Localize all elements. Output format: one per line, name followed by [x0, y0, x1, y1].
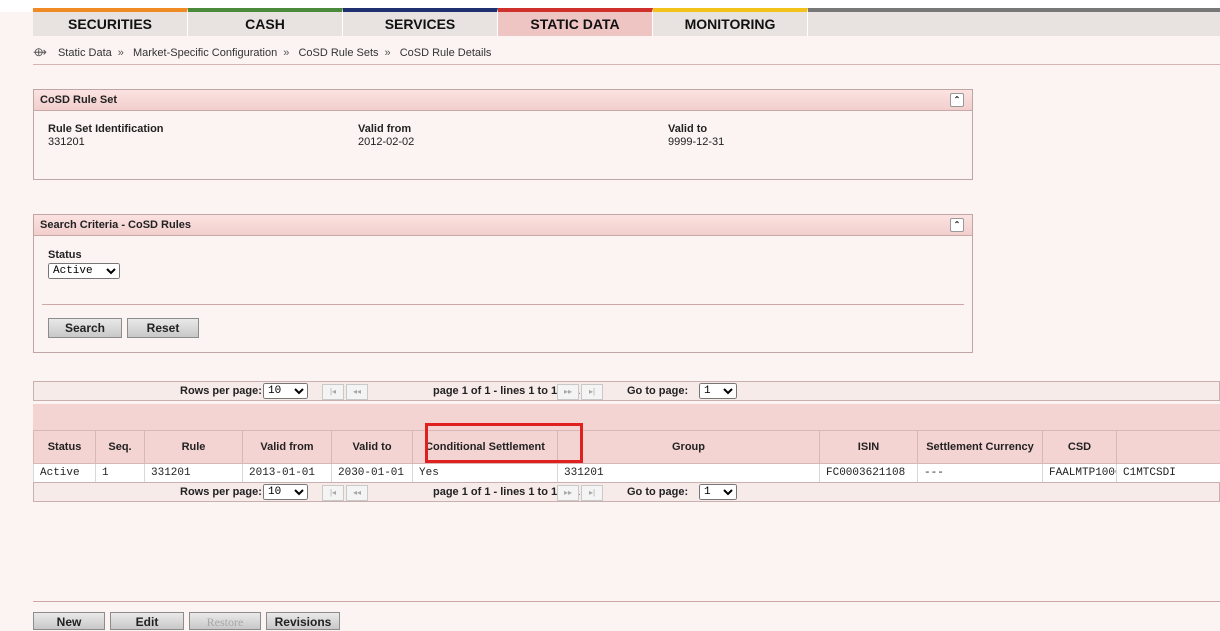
column-header-valid-to[interactable]: Valid to — [332, 431, 413, 464]
rows-per-page-select[interactable]: 10 — [263, 484, 308, 500]
cell-csd[interactable]: FAALMTP1000 — [1043, 464, 1117, 483]
column-header-extra[interactable] — [1117, 431, 1220, 464]
breadcrumb-separator: » — [118, 47, 124, 59]
search-divider — [42, 304, 964, 305]
go-to-page-select[interactable]: 1 — [699, 484, 737, 500]
cell-seq[interactable]: 1 — [96, 464, 145, 483]
tab-services[interactable]: SERVICES — [343, 8, 498, 36]
first-page-icon[interactable]: |◂ — [322, 485, 344, 501]
valid-from-value: 2012-02-02 — [358, 136, 414, 148]
reset-button[interactable]: Reset — [127, 318, 199, 338]
collapse-icon[interactable]: ⌃ — [950, 218, 964, 232]
prev-page-icon[interactable]: ◂◂ — [346, 384, 368, 400]
rows-per-page-select[interactable]: 10 — [263, 383, 308, 399]
home-arrows-icon[interactable]: ⟴ — [33, 45, 47, 59]
tab-monitoring[interactable]: MONITORING — [653, 8, 808, 36]
collapse-icon[interactable]: ⌃ — [950, 93, 964, 107]
column-header-csd[interactable]: CSD — [1043, 431, 1117, 464]
prev-page-icon[interactable]: ◂◂ — [346, 485, 368, 501]
breadcrumb-item-rule-sets[interactable]: CoSD Rule Sets — [298, 47, 378, 59]
restore-button: Restore — [189, 612, 261, 630]
top-navigation: SECURITIES CASH SERVICES STATIC DATA MON… — [0, 0, 1220, 40]
column-header-group[interactable]: Group — [558, 431, 820, 464]
next-page-icon[interactable]: ▸▸ — [557, 485, 579, 501]
tab-bar-fill — [808, 8, 1220, 36]
tab-cash[interactable]: CASH — [188, 8, 343, 36]
tab-securities[interactable]: SECURITIES — [33, 8, 188, 36]
rows-per-page-label: Rows per page: — [180, 385, 262, 397]
first-page-icon[interactable]: |◂ — [322, 384, 344, 400]
breadcrumb-separator: » — [385, 47, 391, 59]
breadcrumb-item-static-data[interactable]: Static Data — [58, 47, 112, 59]
search-button[interactable]: Search — [48, 318, 122, 338]
valid-to-value: 9999-12-31 — [668, 136, 724, 148]
column-header-seq[interactable]: Seq. — [96, 431, 145, 464]
new-button[interactable]: New — [33, 612, 105, 630]
breadcrumb-divider — [33, 64, 1220, 65]
last-page-icon[interactable]: ▸| — [581, 485, 603, 501]
cell-valid-to[interactable]: 2030-01-01 — [332, 464, 413, 483]
cell-group[interactable]: 331201 — [558, 464, 820, 483]
status-select[interactable]: Active — [48, 263, 120, 279]
column-header-isin[interactable]: ISIN — [820, 431, 918, 464]
rule-set-id-value: 331201 — [48, 136, 85, 148]
actions-divider — [33, 601, 1220, 602]
next-page-icon[interactable]: ▸▸ — [557, 384, 579, 400]
valid-to-label: Valid to — [668, 123, 707, 135]
breadcrumb-separator: » — [283, 47, 289, 59]
cell-status[interactable]: Active — [34, 464, 96, 483]
last-page-icon[interactable]: ▸| — [581, 384, 603, 400]
column-header-settlement-currency[interactable]: Settlement Currency — [918, 431, 1043, 464]
rows-per-page-label: Rows per page: — [180, 486, 262, 498]
valid-from-label: Valid from — [358, 123, 411, 135]
panel-title: CoSD Rule Set — [40, 94, 117, 106]
status-label: Status — [48, 249, 82, 261]
breadcrumb-item-rule-details: CoSD Rule Details — [400, 47, 492, 59]
edit-button[interactable]: Edit — [110, 612, 184, 630]
cell-rule[interactable]: 331201 — [145, 464, 243, 483]
table-row[interactable]: Active 1 331201 2013-01-01 2030-01-01 Ye… — [34, 464, 1220, 483]
table-header-band — [33, 404, 1220, 430]
search-panel-header: Search Criteria - CoSD Rules ⌃ — [34, 215, 972, 236]
cell-conditional-settlement[interactable]: Yes — [413, 464, 558, 483]
go-to-page-label: Go to page: — [627, 385, 688, 397]
table-header-row: Status Seq. Rule Valid from Valid to Con… — [34, 431, 1220, 464]
rule-set-panel-header: CoSD Rule Set ⌃ — [34, 90, 972, 111]
rule-set-id-label: Rule Set Identification — [48, 123, 164, 135]
rule-set-panel: CoSD Rule Set ⌃ Rule Set Identification … — [33, 89, 973, 180]
pager-top: Rows per page: 10 |◂ ◂◂ page 1 of 1 - li… — [33, 381, 1220, 401]
cell-settlement-currency[interactable]: --- — [918, 464, 1043, 483]
column-header-rule[interactable]: Rule — [145, 431, 243, 464]
cell-valid-from[interactable]: 2013-01-01 — [243, 464, 332, 483]
breadcrumb: ⟴ Static Data » Market-Specific Configura… — [33, 44, 491, 60]
rules-table: Status Seq. Rule Valid from Valid to Con… — [33, 430, 1220, 483]
breadcrumb-item-market-config[interactable]: Market-Specific Configuration — [133, 47, 277, 59]
column-header-status[interactable]: Status — [34, 431, 96, 464]
panel-title: Search Criteria - CoSD Rules — [40, 219, 191, 231]
revisions-button[interactable]: Revisions — [266, 612, 340, 630]
cell-isin[interactable]: FC0003621108 — [820, 464, 918, 483]
main-tabs: SECURITIES CASH SERVICES STATIC DATA MON… — [33, 8, 808, 36]
column-header-valid-from[interactable]: Valid from — [243, 431, 332, 464]
tab-static-data[interactable]: STATIC DATA — [498, 8, 653, 36]
column-header-conditional-settlement[interactable]: Conditional Settlement — [413, 431, 558, 464]
pager-bottom: Rows per page: 10 |◂ ◂◂ page 1 of 1 - li… — [33, 482, 1220, 502]
cell-extra[interactable]: C1MTCSDI — [1117, 464, 1220, 483]
go-to-page-select[interactable]: 1 — [699, 383, 737, 399]
rules-table-section: Rows per page: 10 |◂ ◂◂ page 1 of 1 - li… — [33, 381, 1220, 511]
go-to-page-label: Go to page: — [627, 486, 688, 498]
search-criteria-panel: Search Criteria - CoSD Rules ⌃ Status Ac… — [33, 214, 973, 353]
